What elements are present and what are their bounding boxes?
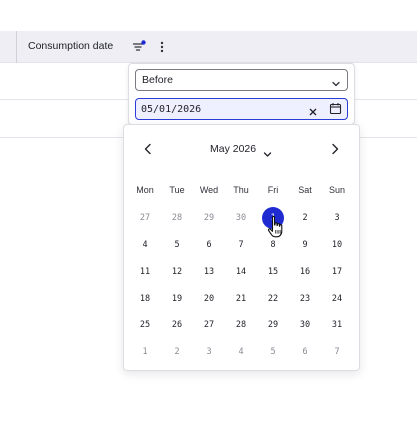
- filter-active-icon[interactable]: [132, 40, 146, 54]
- calendar-day[interactable]: 31: [325, 315, 349, 335]
- weekday-label: Mon: [136, 185, 154, 195]
- column-divider[interactable]: [16, 31, 17, 63]
- calendar-day[interactable]: 13: [197, 262, 221, 282]
- chevron-right-icon[interactable]: [329, 142, 341, 156]
- calendar-day-outside[interactable]: 28: [165, 208, 189, 228]
- calendar-day[interactable]: 21: [229, 289, 253, 309]
- calendar-day-outside[interactable]: 7: [325, 342, 349, 362]
- weekday-label: Fri: [267, 185, 279, 195]
- calendar-day[interactable]: 29: [261, 315, 285, 335]
- month-year-selector[interactable]: May 2026: [202, 142, 282, 158]
- close-icon[interactable]: [308, 104, 318, 116]
- date-picker-calendar: May 2026 Mon Tue Wed Thu Fri Sat Sun 27 28 29 30 1 2…: [123, 124, 360, 371]
- calendar-day-outside[interactable]: 2: [165, 342, 189, 362]
- calendar-icon[interactable]: [329, 102, 342, 115]
- calendar-day-outside[interactable]: 30: [229, 208, 253, 228]
- calendar-day[interactable]: 23: [293, 289, 317, 309]
- weekday-label: Wed: [199, 185, 219, 195]
- more-options-icon[interactable]: [156, 40, 168, 54]
- calendar-day[interactable]: 19: [165, 289, 189, 309]
- calendar-day-outside[interactable]: 27: [133, 208, 157, 228]
- calendar-day[interactable]: 20: [197, 289, 221, 309]
- calendar-day[interactable]: 11: [133, 262, 157, 282]
- calendar-day[interactable]: 27: [197, 315, 221, 335]
- calendar-day-outside[interactable]: 5: [261, 342, 285, 362]
- calendar-day[interactable]: 3: [325, 208, 349, 228]
- calendar-day[interactable]: 7: [229, 235, 253, 255]
- operator-select[interactable]: Before: [135, 69, 348, 91]
- calendar-day[interactable]: 30: [293, 315, 317, 335]
- calendar-day-selected[interactable]: 1: [262, 207, 284, 229]
- filter-panel: Before: [128, 63, 355, 125]
- calendar-day[interactable]: 16: [293, 262, 317, 282]
- column-header-label[interactable]: Consumption date: [28, 40, 113, 52]
- calendar-day[interactable]: 25: [133, 315, 157, 335]
- calendar-day[interactable]: 10: [325, 235, 349, 255]
- weekday-label: Thu: [233, 185, 249, 195]
- calendar-day[interactable]: 17: [325, 262, 349, 282]
- calendar-day[interactable]: 2: [293, 208, 317, 228]
- calendar-day[interactable]: 9: [293, 235, 317, 255]
- month-year-label: May 2026: [210, 143, 257, 155]
- calendar-day-outside[interactable]: 4: [229, 342, 253, 362]
- weekday-label: Tue: [169, 185, 185, 195]
- calendar-day[interactable]: 8: [261, 235, 285, 255]
- calendar-day-outside[interactable]: 6: [293, 342, 317, 362]
- weekday-label: Sat: [298, 185, 312, 195]
- date-field: [135, 98, 348, 120]
- calendar-day[interactable]: 12: [165, 262, 189, 282]
- date-input[interactable]: [141, 102, 301, 116]
- calendar-day[interactable]: 26: [165, 315, 189, 335]
- operator-select-value: Before: [142, 74, 173, 86]
- calendar-day[interactable]: 15: [261, 262, 285, 282]
- calendar-day-outside[interactable]: 29: [197, 208, 221, 228]
- calendar-day[interactable]: 4: [133, 235, 157, 255]
- calendar-day-outside[interactable]: 3: [197, 342, 221, 362]
- calendar-day[interactable]: 14: [229, 262, 253, 282]
- calendar-day[interactable]: 22: [261, 289, 285, 309]
- calendar-day[interactable]: 28: [229, 315, 253, 335]
- calendar-day[interactable]: 6: [197, 235, 221, 255]
- chevron-left-icon[interactable]: [142, 142, 154, 156]
- calendar-day-outside[interactable]: 1: [133, 342, 157, 362]
- calendar-day[interactable]: 5: [165, 235, 189, 255]
- calendar-day[interactable]: 18: [133, 289, 157, 309]
- weekday-label: Sun: [328, 185, 345, 195]
- chevron-down-icon: [331, 76, 341, 87]
- chevron-down-icon: [263, 146, 272, 157]
- calendar-day[interactable]: 24: [325, 289, 349, 309]
